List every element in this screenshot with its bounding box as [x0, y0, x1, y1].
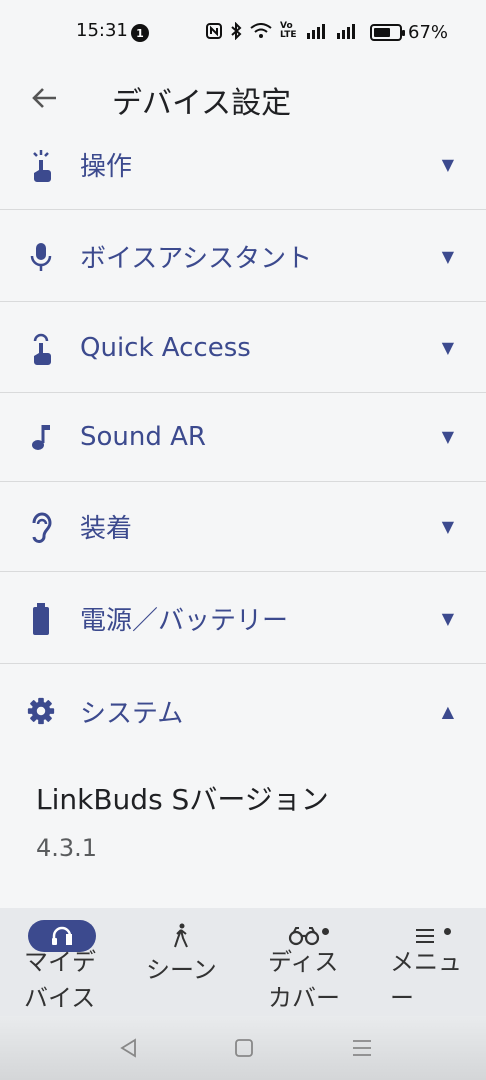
nav-home-button[interactable]	[226, 1030, 262, 1066]
section-label: ボイスアシスタント	[80, 244, 313, 274]
section-label: システム	[80, 698, 184, 729]
nav-back-button[interactable]	[110, 1030, 146, 1066]
notification-badge: 1	[131, 24, 149, 42]
section-label: 装着	[80, 514, 133, 544]
wifi-icon	[250, 23, 272, 38]
section-system[interactable]: システム ▲	[0, 666, 486, 756]
system-version-info: LinkBuds Sバージョン 4.3.1	[36, 778, 329, 862]
section-power-battery[interactable]: 電源／バッテリー ▼	[0, 574, 486, 664]
nav-label: メニュ ー	[390, 948, 462, 1012]
section-label: 電源／バッテリー	[80, 606, 289, 636]
section-voice-assistant[interactable]: ボイスアシスタント ▼	[0, 212, 486, 302]
microphone-icon	[26, 212, 56, 301]
triangle-back-icon	[120, 1038, 136, 1058]
page-title: デバイス設定	[112, 86, 292, 121]
quick-access-icon	[26, 303, 56, 392]
chevron-up-icon: ▲	[441, 701, 454, 721]
nav-scene[interactable]: シーン	[130, 908, 230, 1016]
walking-person-icon	[172, 920, 190, 952]
gear-icon	[26, 666, 56, 756]
music-note-icon	[26, 392, 56, 481]
section-label: 操作	[80, 152, 133, 182]
battery-fill	[374, 28, 390, 37]
battery-icon	[370, 24, 405, 41]
chevron-down-icon: ▼	[441, 247, 454, 266]
nav-menu[interactable]: メニュ ー	[388, 908, 486, 1016]
chevron-down-icon: ▼	[441, 609, 454, 628]
section-quick-access[interactable]: Quick Access ▼	[0, 303, 486, 393]
square-home-icon	[235, 1039, 253, 1057]
bluetooth-icon	[231, 22, 242, 40]
section-label: Quick Access	[80, 332, 251, 363]
notification-dot	[444, 928, 451, 935]
nav-label: シーン	[146, 956, 217, 984]
chevron-down-icon: ▼	[441, 427, 454, 446]
system-nav-bar	[0, 1016, 486, 1080]
nav-my-device[interactable]: マイデ バイス	[0, 908, 100, 1016]
battery-percent: 67%	[408, 22, 449, 43]
nav-recents-button[interactable]	[344, 1030, 380, 1066]
nav-discover[interactable]: ディス カバー	[262, 908, 362, 1016]
chevron-down-icon: ▼	[441, 155, 454, 174]
status-icons: Vo LTE	[206, 22, 358, 40]
version-label: LinkBuds Sバージョン	[36, 783, 329, 816]
chevron-down-icon: ▼	[441, 517, 454, 536]
version-value: 4.3.1	[36, 834, 98, 862]
notification-dot	[322, 928, 329, 935]
section-sound-ar[interactable]: Sound AR ▼	[0, 392, 486, 482]
status-bar: 15:31 1 Vo LTE 67%	[0, 0, 486, 64]
section-label: Sound AR	[80, 421, 206, 452]
nav-label: マイデ バイス	[24, 948, 96, 1012]
section-operation[interactable]: 操作 ▼	[0, 120, 486, 210]
signal-icon-2	[337, 24, 355, 39]
arrow-left-icon	[32, 88, 56, 108]
bottom-nav: マイデ バイス シーン ディス カバー メニュ ー	[0, 908, 486, 1016]
volte-icon: Vo LTE	[280, 21, 297, 40]
nav-label: ディス カバー	[268, 948, 340, 1012]
lines-recents-icon	[353, 1040, 371, 1056]
battery-icon	[26, 574, 56, 663]
signal-icon-1	[307, 24, 325, 39]
ear-icon	[26, 482, 56, 571]
nfc-icon	[206, 23, 222, 39]
chevron-down-icon: ▼	[441, 338, 454, 357]
touch-icon	[26, 120, 56, 209]
back-button[interactable]	[24, 80, 64, 116]
section-wearing[interactable]: 装着 ▼	[0, 482, 486, 572]
status-time: 15:31	[76, 20, 128, 41]
